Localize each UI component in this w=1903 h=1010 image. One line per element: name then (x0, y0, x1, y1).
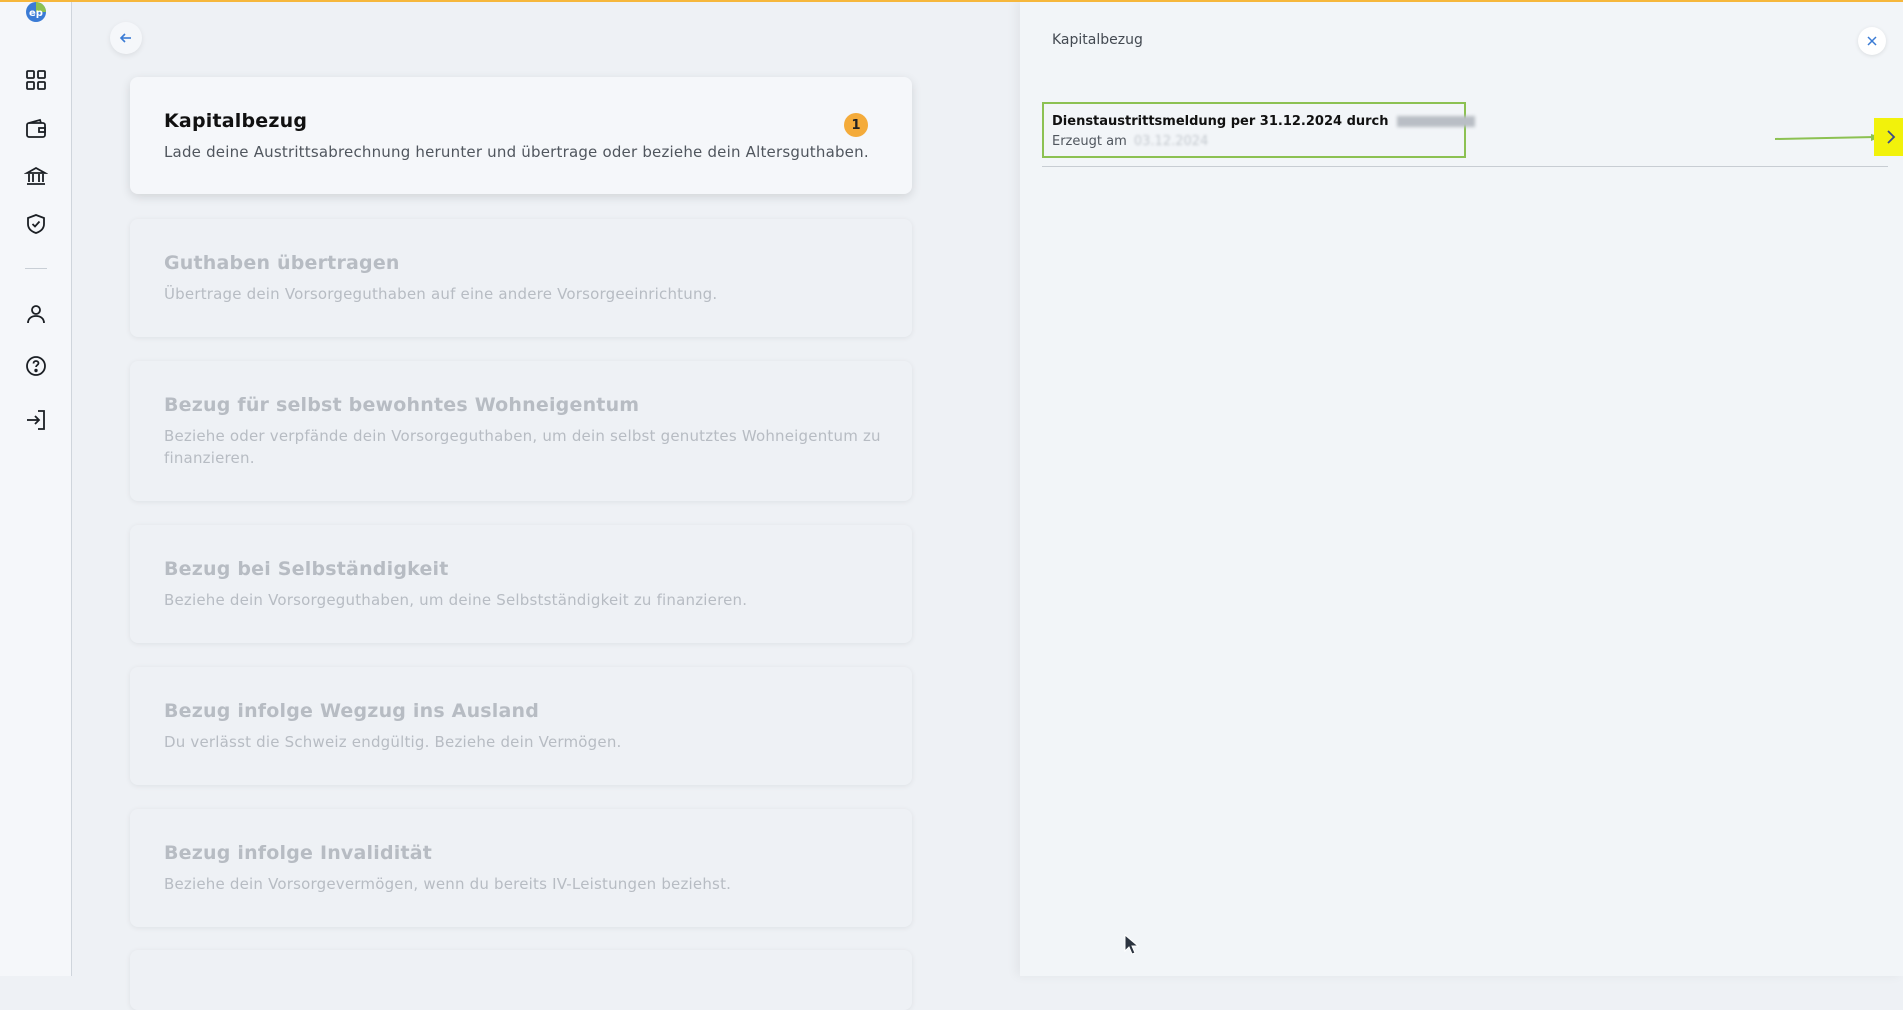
chevron-right-icon (1887, 130, 1896, 144)
help-icon[interactable] (22, 352, 50, 380)
card-title: Kapitalbezug (164, 110, 308, 132)
document-date: 03.12.2024 (1133, 134, 1209, 149)
shield-check-icon[interactable] (22, 210, 50, 238)
card-description: Lade deine Austrittsabrechnung herunter … (164, 143, 869, 161)
document-subtitle: Erzeugt am 03.12.2024 (1052, 134, 1209, 149)
logout-icon[interactable] (22, 406, 50, 434)
arrow-left-icon (119, 33, 131, 43)
app-logo[interactable]: ep (22, 2, 50, 22)
card-description: Beziehe oder verpfände dein Vorsorgeguth… (164, 427, 881, 467)
card-wegzug-ausland[interactable]: Bezug infolge Wegzug ins Ausland Du verl… (130, 667, 912, 785)
document-row[interactable]: Dienstaustrittsmeldung per 31.12.2024 du… (1042, 100, 1903, 167)
wallet-icon[interactable] (22, 115, 50, 143)
annotation-arrow (1775, 134, 1881, 141)
card-title: Bezug infolge Invalidität (164, 842, 433, 864)
document-title: Dienstaustrittsmeldung per 31.12.2024 du… (1052, 114, 1476, 129)
card-description: Du verlässt die Schweiz endgültig. Bezie… (164, 733, 622, 751)
redacted-name (1397, 116, 1476, 127)
dashboard-icon[interactable] (22, 66, 50, 94)
sidebar: ep (0, 0, 72, 976)
card-description: Beziehe dein Vorsorgeguthaben, um deine … (164, 591, 748, 609)
detail-panel: Kapitalbezug Dienstaustrittsmeldung per … (1020, 0, 1903, 976)
top-accent-line (0, 0, 1903, 2)
document-highlight-box (1042, 102, 1466, 158)
card-title: Bezug infolge Wegzug ins Ausland (164, 700, 540, 722)
card-description: Übertrage dein Vorsorgeguthaben auf eine… (164, 285, 718, 303)
card-invaliditaet[interactable]: Bezug infolge Invalidität Beziehe dein V… (130, 809, 912, 927)
panel-title: Kapitalbezug (1052, 32, 1143, 48)
open-document-button[interactable] (1874, 118, 1903, 156)
back-button[interactable] (110, 22, 142, 54)
card-selbstaendigkeit[interactable]: Bezug bei Selbständigkeit Beziehe dein V… (130, 525, 912, 643)
close-button[interactable] (1858, 27, 1886, 55)
main-content: Kapitalbezug Lade deine Austrittsabrechn… (72, 0, 1020, 1010)
svg-text:ep: ep (29, 8, 43, 19)
user-icon[interactable] (22, 300, 50, 328)
card-partial[interactable] (130, 950, 912, 1010)
card-wohneigentum[interactable]: Bezug für selbst bewohntes Wohneigentum … (130, 361, 912, 501)
card-title: Guthaben übertragen (164, 252, 400, 274)
card-description: Beziehe dein Vorsorgevermögen, wenn du b… (164, 875, 732, 893)
card-title: Bezug für selbst bewohntes Wohneigentum (164, 394, 640, 416)
close-icon (1867, 36, 1877, 46)
card-title: Bezug bei Selbständigkeit (164, 558, 449, 580)
sidebar-divider (25, 268, 47, 269)
card-kapitalbezug[interactable]: Kapitalbezug Lade deine Austrittsabrechn… (130, 77, 912, 194)
notification-badge: 1 (844, 113, 868, 137)
card-guthaben-uebertragen[interactable]: Guthaben übertragen Übertrage dein Vorso… (130, 219, 912, 337)
mouse-cursor-icon (1124, 934, 1140, 955)
bank-icon[interactable] (22, 162, 50, 190)
